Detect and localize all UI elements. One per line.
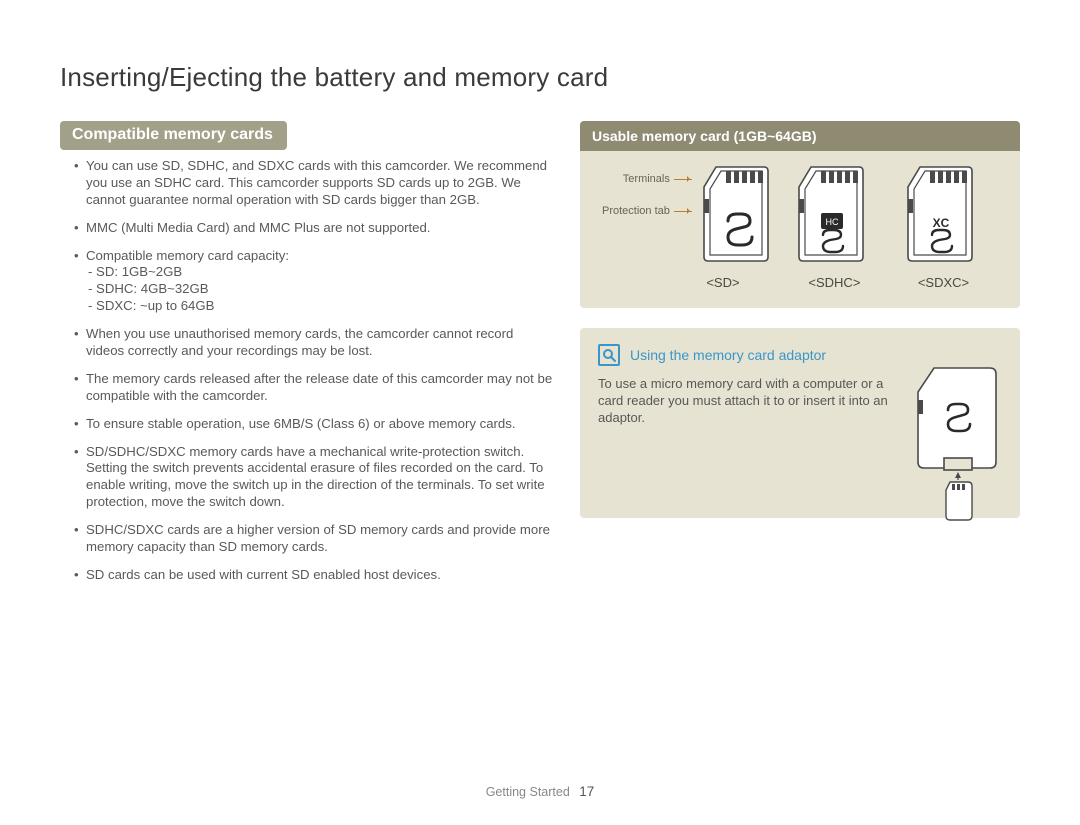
svg-text:HC: HC (826, 217, 839, 227)
adaptor-figure (912, 366, 1002, 531)
list-item: To ensure stable operation, use 6MB/S (C… (74, 416, 554, 433)
page-title: Inserting/Ejecting the battery and memor… (60, 62, 1020, 93)
annotation-protection-tab: Protection tab (602, 205, 692, 217)
tip-title: Using the memory card adaptor (630, 347, 826, 363)
list-item: MMC (Multi Media Card) and MMC Plus are … (74, 220, 554, 237)
list-item: When you use unauthorised memory cards, … (74, 326, 554, 360)
footer-section: Getting Started (486, 785, 570, 799)
svg-text:XC: XC (933, 216, 950, 230)
bullet-list: You can use SD, SDHC, and SDXC cards wit… (60, 158, 554, 584)
sd-label: <SD> (706, 275, 739, 290)
sdxc-label: <SDXC> (918, 275, 969, 290)
sdhc-label: <SDHC> (808, 275, 860, 290)
tip-box: Using the memory card adaptor To use a m… (580, 328, 1020, 518)
usable-memory-heading: Usable memory card (1GB~64GB) (580, 121, 1020, 151)
list-item: SD cards can be used with current SD ena… (74, 567, 554, 584)
tip-body: To use a micro memory card with a comput… (598, 376, 888, 427)
magnifier-icon (598, 344, 620, 366)
page-number: 17 (579, 784, 594, 799)
list-item: Compatible memory card capacity: - SD: 1… (74, 248, 554, 316)
sdxc-card-icon: XC (902, 165, 984, 265)
section-heading: Compatible memory cards (60, 121, 287, 150)
sdhc-card-icon: HC (793, 165, 875, 265)
annotation-terminals: Terminals (623, 173, 692, 185)
list-item: SDHC/SDXC cards are a higher version of … (74, 522, 554, 556)
usable-memory-card-box: Usable memory card (1GB~64GB) Terminals … (580, 121, 1020, 308)
list-item: You can use SD, SDHC, and SDXC cards wit… (74, 158, 554, 209)
page-footer: Getting Started 17 (0, 784, 1080, 799)
list-item: SD/SDHC/SDXC memory cards have a mechani… (74, 444, 554, 512)
list-item: The memory cards released after the rele… (74, 371, 554, 405)
sd-card-icon (698, 165, 780, 265)
